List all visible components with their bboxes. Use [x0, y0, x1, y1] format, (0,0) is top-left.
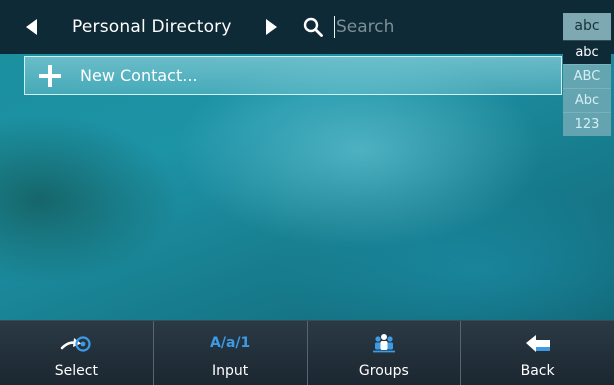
input-mode-dropdown[interactable]: abc abc ABC Abc 123 — [563, 13, 611, 136]
page-title: Personal Directory — [72, 17, 232, 37]
select-label: Select — [54, 363, 98, 379]
search-input[interactable] — [333, 14, 536, 40]
select-softkey[interactable]: Select — [0, 321, 154, 385]
search-icon — [303, 17, 323, 37]
input-mode-option-123[interactable]: 123 — [563, 112, 611, 136]
input-mode-icon: A/a/1 — [210, 335, 251, 351]
back-softkey[interactable]: Back — [461, 321, 614, 385]
back-label: Back — [520, 363, 555, 379]
input-mode-option-abc[interactable]: abc — [563, 40, 611, 64]
chevron-left-icon[interactable] — [26, 19, 37, 35]
input-label: Input — [211, 363, 249, 379]
input-mode-options: abc ABC Abc 123 — [563, 40, 611, 136]
softkey-bar: Select A/a/1 Input Groups Back — [0, 320, 614, 385]
new-contact-label: New Contact... — [80, 66, 198, 85]
groups-icon — [372, 334, 395, 353]
plus-icon — [39, 65, 61, 87]
groups-softkey[interactable]: Groups — [308, 321, 462, 385]
input-mode-option-Abc[interactable]: Abc — [563, 88, 611, 112]
select-icon — [61, 336, 91, 352]
groups-label: Groups — [358, 363, 409, 379]
back-arrow-icon — [525, 335, 550, 352]
chevron-right-icon[interactable] — [266, 19, 277, 35]
new-contact-button[interactable]: New Contact... — [24, 56, 562, 95]
input-softkey[interactable]: A/a/1 Input — [154, 321, 308, 385]
top-bar: Personal Directory — [0, 0, 614, 54]
directory-screen: Personal Directory New Contact... abc ab… — [0, 0, 614, 385]
text-caret — [334, 16, 335, 38]
input-mode-current[interactable]: abc — [563, 13, 611, 40]
input-mode-option-ABC[interactable]: ABC — [563, 64, 611, 88]
